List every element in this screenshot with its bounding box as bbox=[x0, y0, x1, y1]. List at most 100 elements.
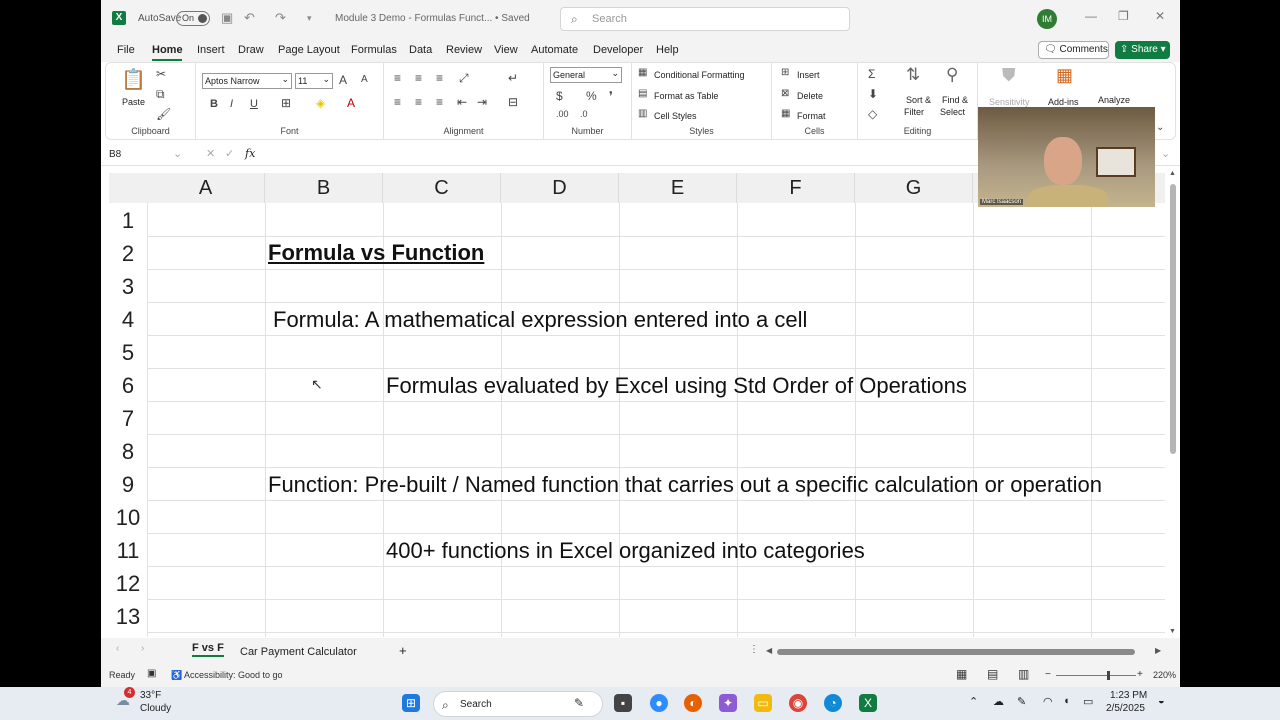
fill-color-icon[interactable]: ◈ bbox=[316, 96, 325, 110]
accessibility-icon[interactable]: ♿ bbox=[171, 670, 182, 681]
column-header-b[interactable]: B bbox=[265, 173, 383, 203]
row-header-12[interactable]: 12 bbox=[109, 567, 147, 600]
horizontal-scroll-thumb[interactable] bbox=[777, 649, 1135, 655]
format-cells-button[interactable]: Format bbox=[797, 111, 826, 121]
tab-draw[interactable]: Draw bbox=[238, 44, 264, 56]
volume-icon[interactable]: ◖ bbox=[1063, 695, 1070, 707]
onedrive-icon[interactable]: ☁ bbox=[993, 695, 1004, 708]
expand-formula-bar-icon[interactable]: ⌄ bbox=[1161, 147, 1170, 160]
copilot-icon[interactable]: ✦ bbox=[719, 694, 737, 712]
scroll-up-icon[interactable]: ▲ bbox=[1169, 170, 1176, 177]
sort-filter-label-2[interactable]: Filter bbox=[904, 107, 924, 117]
file-explorer-icon[interactable]: ▭ bbox=[754, 694, 772, 712]
underline-icon[interactable]: U bbox=[250, 98, 258, 110]
row-header-4[interactable]: 4 bbox=[109, 303, 147, 336]
pen-icon[interactable]: ✎ bbox=[1017, 695, 1026, 708]
tab-page-layout[interactable]: Page Layout bbox=[278, 44, 340, 56]
sort-filter-label-1[interactable]: Sort & bbox=[906, 95, 931, 105]
weather-temperature[interactable]: 33°F bbox=[140, 690, 161, 701]
windows-start-icon[interactable]: ⊞ bbox=[402, 694, 420, 712]
customize-qat-icon[interactable]: ▾ bbox=[307, 13, 312, 24]
search-input[interactable]: ⌕ Search bbox=[560, 7, 850, 31]
cell-c11-function-note[interactable]: 400+ functions in Excel organized into c… bbox=[386, 538, 865, 564]
insert-function-icon[interactable]: fx bbox=[245, 147, 255, 160]
prev-sheet-icon[interactable]: ‹ bbox=[116, 643, 119, 654]
font-size-select[interactable]: 11 bbox=[295, 72, 333, 89]
worksheet-grid[interactable]: A B C D E F G 1 2 3 4 5 6 7 8 9 10 11 12… bbox=[101, 170, 1165, 637]
sort-filter-icon[interactable]: ⇅ bbox=[906, 65, 920, 85]
name-box-dropdown-icon[interactable]: ⌄ bbox=[173, 147, 182, 160]
clock-time[interactable]: 1:23 PM bbox=[1110, 690, 1147, 701]
battery-icon[interactable]: ▭ bbox=[1083, 695, 1093, 708]
increase-indent-icon[interactable]: ⇥ bbox=[477, 95, 487, 109]
align-bottom-icon[interactable]: ≡ bbox=[436, 71, 443, 85]
clock-date[interactable]: 2/5/2025 bbox=[1106, 703, 1145, 714]
zoom-out-icon[interactable]: − bbox=[1045, 669, 1051, 680]
italic-icon[interactable]: I bbox=[230, 98, 233, 110]
row-header-10[interactable]: 10 bbox=[109, 501, 147, 534]
tab-formulas[interactable]: Formulas bbox=[351, 44, 397, 56]
find-select-icon[interactable]: ⚲ bbox=[946, 65, 958, 85]
column-header-c[interactable]: C bbox=[383, 173, 501, 203]
chrome-icon[interactable]: ◉ bbox=[789, 694, 807, 712]
column-header-f[interactable]: F bbox=[737, 173, 855, 203]
format-painter-icon[interactable]: 🖌 bbox=[156, 107, 171, 121]
column-header-g[interactable]: G bbox=[855, 173, 973, 203]
collapse-ribbon-icon[interactable]: ⌄ bbox=[1156, 122, 1164, 133]
format-cells-icon[interactable]: ▦ bbox=[781, 108, 790, 119]
redo-icon[interactable]: ↷ bbox=[275, 10, 286, 26]
notifications-icon[interactable]: ◒ bbox=[1158, 695, 1165, 707]
align-middle-icon[interactable]: ≡ bbox=[415, 71, 422, 85]
next-sheet-icon[interactable]: › bbox=[141, 643, 144, 654]
undo-icon[interactable]: ↶ bbox=[244, 10, 255, 26]
row-header-11[interactable]: 11 bbox=[109, 534, 147, 567]
conditional-formatting-icon[interactable]: ▦ bbox=[638, 67, 647, 78]
tab-review[interactable]: Review bbox=[446, 44, 482, 56]
column-header-a[interactable]: A bbox=[147, 173, 265, 203]
delete-cells-icon[interactable]: ⊠ bbox=[781, 88, 789, 99]
borders-icon[interactable]: ⊞ bbox=[281, 96, 291, 110]
align-right-icon[interactable]: ≡ bbox=[436, 95, 443, 109]
cell-b9-function-definition[interactable]: Function: Pre-built / Named function tha… bbox=[268, 472, 1102, 498]
vertical-scroll-thumb[interactable] bbox=[1170, 184, 1176, 454]
tab-insert[interactable]: Insert bbox=[197, 44, 225, 56]
row-header-8[interactable]: 8 bbox=[109, 435, 147, 468]
zoom-slider[interactable] bbox=[1056, 675, 1136, 676]
scroll-right-icon[interactable]: ▶ bbox=[1155, 646, 1161, 655]
decrease-indent-icon[interactable]: ⇤ bbox=[457, 95, 467, 109]
clear-icon[interactable]: ◇ bbox=[868, 107, 877, 121]
tab-view[interactable]: View bbox=[494, 44, 518, 56]
weather-condition[interactable]: Cloudy bbox=[140, 703, 171, 714]
cell-styles-icon[interactable]: ▥ bbox=[638, 108, 647, 119]
find-select-label-1[interactable]: Find & bbox=[942, 95, 968, 105]
row-header-5[interactable]: 5 bbox=[109, 336, 147, 369]
add-sheet-button[interactable]: + bbox=[399, 643, 407, 658]
normal-view-icon[interactable]: ▦ bbox=[956, 667, 967, 681]
align-top-icon[interactable]: ≡ bbox=[394, 71, 401, 85]
macro-recording-icon[interactable]: ▣ bbox=[147, 668, 156, 679]
restore-icon[interactable]: ❐ bbox=[1118, 9, 1129, 23]
merge-center-icon[interactable]: ⊟ bbox=[508, 95, 518, 109]
tab-home[interactable]: Home bbox=[152, 44, 183, 56]
save-icon[interactable]: ▣ bbox=[221, 10, 233, 26]
conditional-formatting-button[interactable]: Conditional Formatting bbox=[654, 70, 745, 80]
increase-decimal-icon[interactable]: .00 bbox=[556, 109, 569, 119]
orientation-icon[interactable]: ⤢ bbox=[459, 71, 469, 86]
autosave-toggle[interactable]: On bbox=[176, 11, 210, 26]
zoom-slider-thumb[interactable] bbox=[1107, 671, 1110, 680]
format-as-table-button[interactable]: Format as Table bbox=[654, 91, 718, 101]
show-hidden-icons[interactable]: ⌃ bbox=[969, 695, 978, 708]
add-ins-icon[interactable]: ▦ bbox=[1056, 65, 1073, 86]
autosum-icon[interactable]: Σ bbox=[868, 67, 875, 81]
row-header-2[interactable]: 2 bbox=[109, 237, 147, 270]
row-header-6[interactable]: 6 bbox=[109, 369, 147, 402]
sheet-tab-f-vs-f[interactable]: F vs F bbox=[192, 642, 224, 657]
name-box[interactable]: B8 bbox=[109, 149, 121, 160]
tab-developer[interactable]: Developer bbox=[593, 44, 643, 56]
row-header-13[interactable]: 13 bbox=[109, 600, 147, 633]
task-view-icon[interactable]: ▪ bbox=[614, 694, 632, 712]
tab-automate[interactable]: Automate bbox=[531, 44, 578, 56]
insert-cells-button[interactable]: Insert bbox=[797, 70, 820, 80]
minimize-icon[interactable]: — bbox=[1085, 9, 1097, 23]
fill-icon[interactable]: ⬇ bbox=[868, 87, 878, 101]
